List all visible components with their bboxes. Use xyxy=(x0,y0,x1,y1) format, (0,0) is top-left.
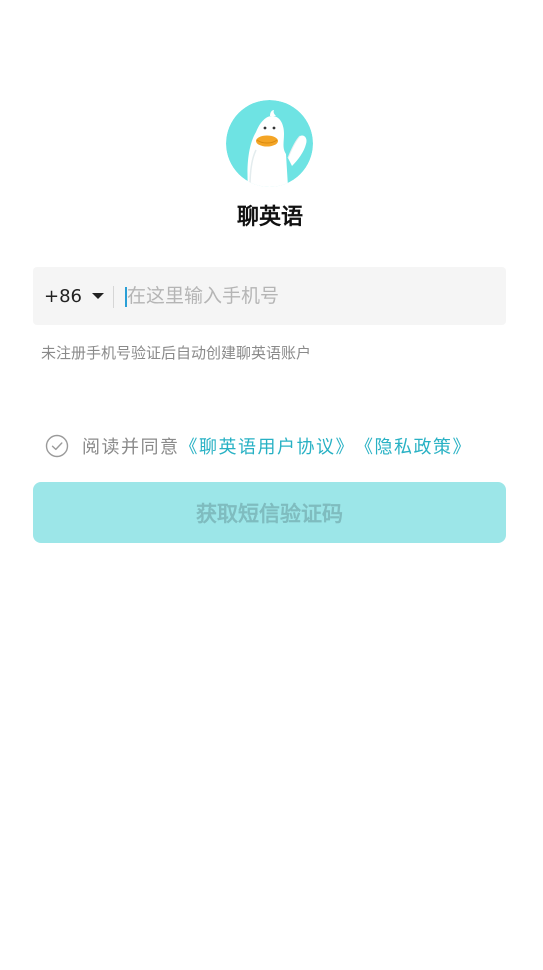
agreement-text: 阅读并同意 xyxy=(82,437,180,458)
chevron-down-icon xyxy=(92,293,104,299)
phone-number-input[interactable] xyxy=(127,267,497,325)
user-agreement-link[interactable]: 《聊英语用户协议》 xyxy=(180,433,356,459)
app-logo xyxy=(226,100,313,187)
agreement-row: 阅读并同意 《聊英语用户协议》 《隐私政策》 xyxy=(45,432,472,460)
login-screen: 聊英语 +86 未注册手机号验证后自动创建聊英语账户 阅读并同意 《聊英语用户协… xyxy=(0,0,543,970)
duck-mascot-icon xyxy=(226,100,313,187)
check-circle-icon[interactable] xyxy=(45,434,69,458)
app-title: 聊英语 xyxy=(236,205,303,230)
country-code-label: +86 xyxy=(44,285,82,307)
country-code-selector[interactable]: +86 xyxy=(44,267,104,325)
phone-input-container: +86 xyxy=(33,267,506,325)
get-sms-code-button[interactable]: 获取短信验证码 xyxy=(33,482,506,543)
registration-hint: 未注册手机号验证后自动创建聊英语账户 xyxy=(41,344,312,362)
divider xyxy=(113,286,114,308)
privacy-policy-link[interactable]: 《隐私政策》 xyxy=(355,433,472,459)
